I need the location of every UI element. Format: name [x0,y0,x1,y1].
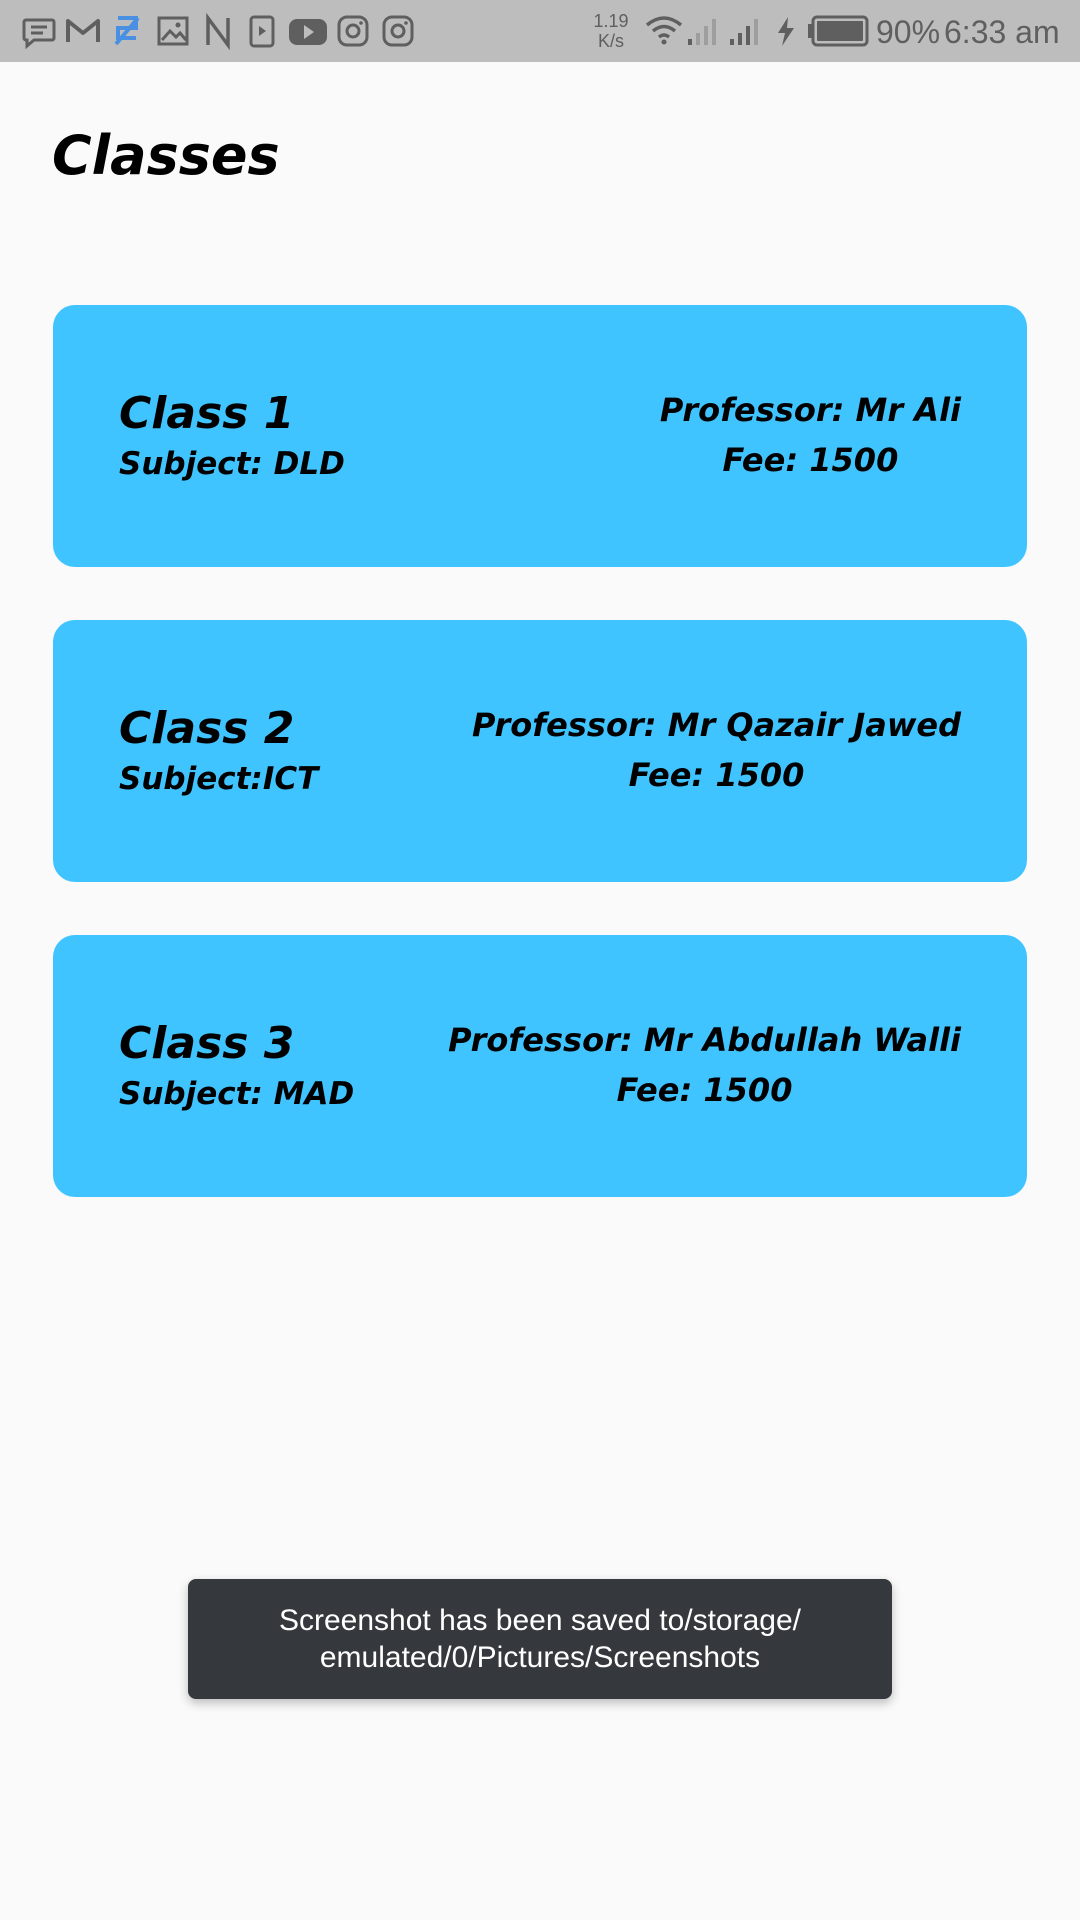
page-title: Classes [52,124,280,187]
class-professor: Professor: Mr Abdullah Walli [448,1021,961,1059]
gmail-icon [64,12,102,50]
network-speed-value: 1.19 [593,11,629,31]
status-clock: 6:33 am [944,14,1060,50]
instagram-icon [381,12,415,50]
class-subject: Subject: MAD [119,1076,355,1112]
class-professor: Professor: Mr Qazair Jawed [472,706,961,744]
class-name: Class 2 [119,703,295,754]
youtube-icon [288,12,328,50]
signal-sim1-icon [686,12,720,50]
ar-app-icon [110,12,144,50]
toast-line-2: emulated/0/Pictures/Screenshots [319,1641,761,1674]
class-card[interactable]: Class 3 Subject: MAD Professor: Mr Abdul… [53,935,1027,1197]
charging-icon [774,12,798,50]
class-card-left: Class 3 Subject: MAD [119,1017,354,1117]
toast-line-1: Screenshot has been saved to/storage/ [278,1604,801,1637]
gallery-icon [156,12,190,50]
wifi-icon [644,12,684,50]
instagram-icon [336,12,370,50]
class-card-left: Class 2 Subject:ICT [119,702,318,802]
class-name: Class 1 [119,388,295,439]
signal-sim2-icon [728,12,762,50]
media-player-icon [246,12,278,50]
class-name: Class 3 [119,1018,295,1069]
class-subject: Subject:ICT [119,761,319,797]
class-fee: Fee: 1500 [722,441,899,479]
class-card-right: Professor: Mr Abdullah Walli Fee: 1500 [448,1015,961,1115]
class-card[interactable]: Class 2 Subject:ICT Professor: Mr Qazair… [53,620,1027,882]
screenshot-toast: Screenshot has been saved to/storage/ em… [188,1579,892,1699]
status-bar: 1.19 K/s 90% 6:33 am [0,0,1080,62]
class-card-right: Professor: Mr Ali Fee: 1500 [660,385,961,485]
class-fee: Fee: 1500 [628,756,805,794]
class-card-left: Class 1 Subject: DLD [119,387,345,487]
class-subject: Subject: DLD [119,446,345,482]
battery-icon [806,12,870,50]
network-speed-unit: K/s [597,31,624,51]
notion-icon [202,12,234,50]
class-card[interactable]: Class 1 Subject: DLD Professor: Mr Ali F… [53,305,1027,567]
class-card-right: Professor: Mr Qazair Jawed Fee: 1500 [472,700,961,800]
class-professor: Professor: Mr Ali [659,391,961,429]
battery-percentage: 90% [876,14,941,50]
class-fee: Fee: 1500 [616,1071,793,1109]
message-icon [22,12,56,50]
network-speed: 1.19 K/s [588,11,634,51]
